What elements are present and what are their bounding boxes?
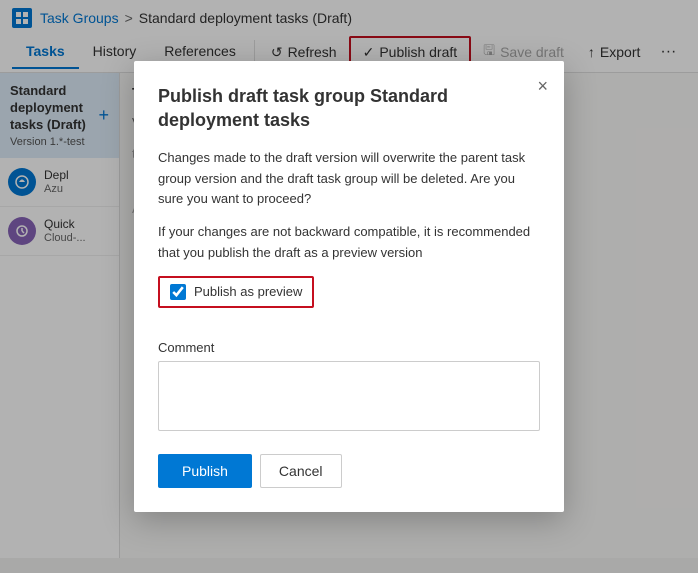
- comment-textarea[interactable]: [158, 361, 540, 431]
- modal-close-button[interactable]: ×: [533, 73, 552, 99]
- publish-button[interactable]: Publish: [158, 454, 252, 488]
- modal-body-text-1: Changes made to the draft version will o…: [158, 148, 540, 210]
- publish-as-preview-checkbox[interactable]: [170, 284, 186, 300]
- modal-body-text-2: If your changes are not backward compati…: [158, 222, 540, 264]
- modal-overlay: × Publish draft task group Standard depl…: [0, 0, 698, 573]
- modal-footer: Publish Cancel: [158, 454, 540, 488]
- publish-as-preview-checkbox-row[interactable]: Publish as preview: [158, 276, 314, 308]
- publish-as-preview-label: Publish as preview: [194, 284, 302, 299]
- modal-title: Publish draft task group Standard deploy…: [158, 85, 540, 132]
- publish-modal: × Publish draft task group Standard depl…: [134, 61, 564, 512]
- comment-label: Comment: [158, 340, 540, 355]
- cancel-button[interactable]: Cancel: [260, 454, 342, 488]
